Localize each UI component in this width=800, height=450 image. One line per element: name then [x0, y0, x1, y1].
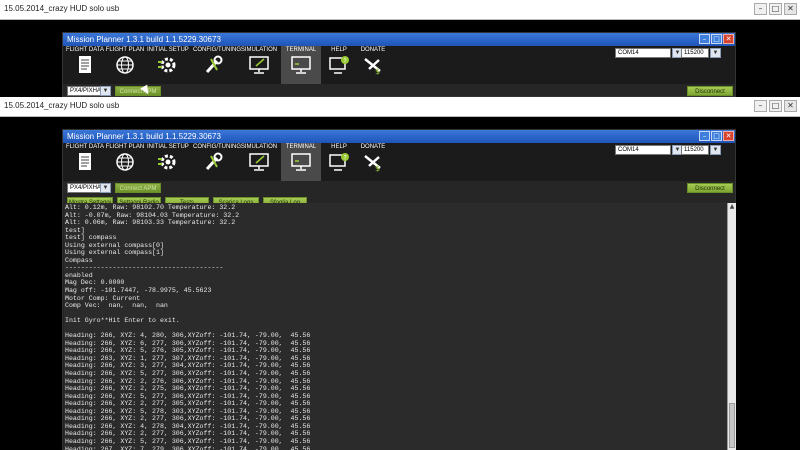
flight-data-icon [79, 56, 91, 73]
menu-flight-plan[interactable]: FLIGHT PLAN [105, 143, 145, 181]
terminal-monitor-icon [291, 153, 311, 171]
menu-config-tuning[interactable]: CONFIG/TUNING [193, 143, 241, 181]
connection-bar: PX4/PIXHA ▼ Connect APM Disconnect [63, 84, 735, 96]
window-close-button[interactable]: ✕ [723, 34, 734, 44]
video-titlebar-top: 15.05.2014_crazy HUD solo usb – □ ✕ [0, 0, 800, 20]
maximize-button[interactable]: □ [769, 100, 782, 112]
menu-initial-setup[interactable]: INITIAL SETUP [147, 143, 189, 181]
wrench-icon [205, 152, 223, 171]
connect-apm-button[interactable]: Connect APM [115, 183, 161, 193]
help-monitor-icon: ? [329, 56, 349, 74]
menu-terminal[interactable]: TERMINAL [281, 143, 321, 181]
minimize-button[interactable]: – [754, 100, 767, 112]
board-select[interactable]: PX4/PIXHA ▼ [67, 86, 111, 96]
window-close-button[interactable]: ✕ [723, 131, 734, 141]
main-menu: FLIGHT DATA FLIGHT PLAN INITIAL SETUP CO… [63, 46, 735, 84]
connection-bar: PX4/PIXHA ▼ Connect APM Disconnect [63, 181, 735, 195]
terminal-monitor-icon [291, 56, 311, 74]
window-titlebar: Mission Planner 1.3.1 build 1.1.5229.306… [63, 130, 735, 143]
maximize-button[interactable]: □ [769, 3, 782, 15]
window-maximize-button[interactable]: □ [711, 131, 722, 141]
flight-data-icon [79, 153, 91, 170]
setup-gear-icon [158, 154, 176, 170]
wrench-icon [205, 55, 223, 74]
menu-donate[interactable]: DONATE $ [353, 46, 393, 84]
terminal-output[interactable]: Alt: 0.12m, Raw: 98102.70 Temperature: 3… [64, 203, 727, 450]
minimize-button[interactable]: – [754, 3, 767, 15]
svg-text:$: $ [375, 67, 380, 75]
scroll-up-icon[interactable]: ▲ [728, 203, 736, 211]
close-button[interactable]: ✕ [784, 100, 797, 112]
terminal-text: Alt: 0.12m, Raw: 98102.70 Temperature: 3… [65, 204, 311, 450]
chevron-down-icon[interactable]: ▼ [710, 145, 721, 155]
globe-icon [116, 56, 134, 74]
menu-terminal[interactable]: TERMINAL [281, 46, 321, 84]
donate-plane-icon: $ [364, 155, 381, 172]
menu-donate[interactable]: DONATE $ [353, 143, 393, 181]
svg-text:$: $ [375, 164, 380, 172]
chevron-down-icon[interactable]: ▼ [100, 86, 111, 96]
simulation-monitor-icon [249, 153, 269, 171]
com-port-select[interactable]: COM14 ▼ [615, 48, 683, 58]
menu-flight-data[interactable]: FLIGHT DATA [65, 143, 105, 181]
svg-text:?: ? [344, 155, 347, 162]
menu-initial-setup[interactable]: INITIAL SETUP [147, 46, 189, 84]
video-title: 15.05.2014_crazy HUD solo usb [4, 101, 120, 110]
main-menu: FLIGHT DATA FLIGHT PLAN INITIAL SETUP CO… [63, 143, 735, 181]
setup-gear-icon [158, 57, 176, 73]
baud-rate-select[interactable]: 115200 ▼ [681, 145, 721, 155]
window-title: Mission Planner 1.3.1 build 1.1.5229.306… [67, 35, 221, 44]
globe-icon [116, 153, 134, 171]
board-select[interactable]: PX4/PIXHA ▼ [67, 183, 111, 193]
window-minimize-button[interactable]: – [699, 131, 710, 141]
terminal-scrollbar[interactable]: ▲ [727, 203, 736, 450]
mission-planner-window-top: Mission Planner 1.3.1 build 1.1.5229.306… [62, 32, 736, 97]
close-button[interactable]: ✕ [784, 3, 797, 15]
video-title: 15.05.2014_crazy HUD solo usb [4, 4, 120, 13]
disconnect-button[interactable]: Disconnect [687, 183, 733, 193]
help-monitor-icon: ? [329, 153, 349, 171]
menu-simulation[interactable]: SIMULATION [239, 46, 279, 84]
window-titlebar: Mission Planner 1.3.1 build 1.1.5229.306… [63, 33, 735, 46]
menu-config-tuning[interactable]: CONFIG/TUNING [193, 46, 241, 84]
menu-flight-plan[interactable]: FLIGHT PLAN [105, 46, 145, 84]
connect-apm-button[interactable]: Connect APM [115, 86, 161, 96]
disconnect-button[interactable]: Disconnect [687, 86, 733, 96]
window-title: Mission Planner 1.3.1 build 1.1.5229.306… [67, 132, 221, 141]
baud-rate-select[interactable]: 115200 ▼ [681, 48, 721, 58]
chevron-down-icon[interactable]: ▼ [710, 48, 721, 58]
svg-text:?: ? [344, 58, 347, 65]
scrollbar-thumb[interactable] [729, 403, 735, 448]
chevron-down-icon[interactable]: ▼ [100, 183, 111, 193]
menu-simulation[interactable]: SIMULATION [239, 143, 279, 181]
window-maximize-button[interactable]: □ [711, 34, 722, 44]
donate-plane-icon: $ [364, 58, 381, 75]
com-port-select[interactable]: COM14 ▼ [615, 145, 683, 155]
video-titlebar-bottom: 15.05.2014_crazy HUD solo usb – □ ✕ [0, 97, 800, 117]
window-minimize-button[interactable]: – [699, 34, 710, 44]
menu-flight-data[interactable]: FLIGHT DATA [65, 46, 105, 84]
simulation-monitor-icon [249, 56, 269, 74]
